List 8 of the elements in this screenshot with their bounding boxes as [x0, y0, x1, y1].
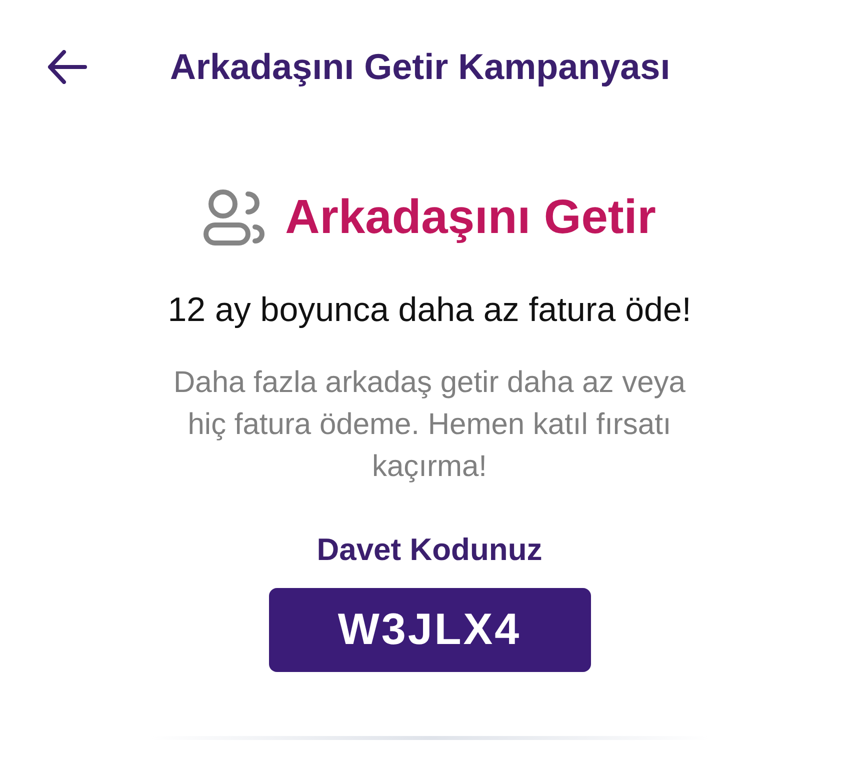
people-icon [203, 189, 268, 247]
invite-code: W3JLX4 [268, 588, 590, 672]
page-title: Arkadaşını Getir Kampanyası [170, 45, 670, 89]
campaign-subtitle: 12 ay boyunca daha az fatura öde! [168, 290, 692, 331]
campaign-description: Daha fazla arkadaş getir daha az veya hiç fatura ödeme. Hemen katıl fırsatı kaçırma! [172, 365, 686, 485]
invite-code-label: Davet Kodunuz [316, 531, 542, 569]
campaign-heading: Arkadaşını Getir [285, 190, 656, 246]
back-arrow-icon [47, 50, 87, 84]
